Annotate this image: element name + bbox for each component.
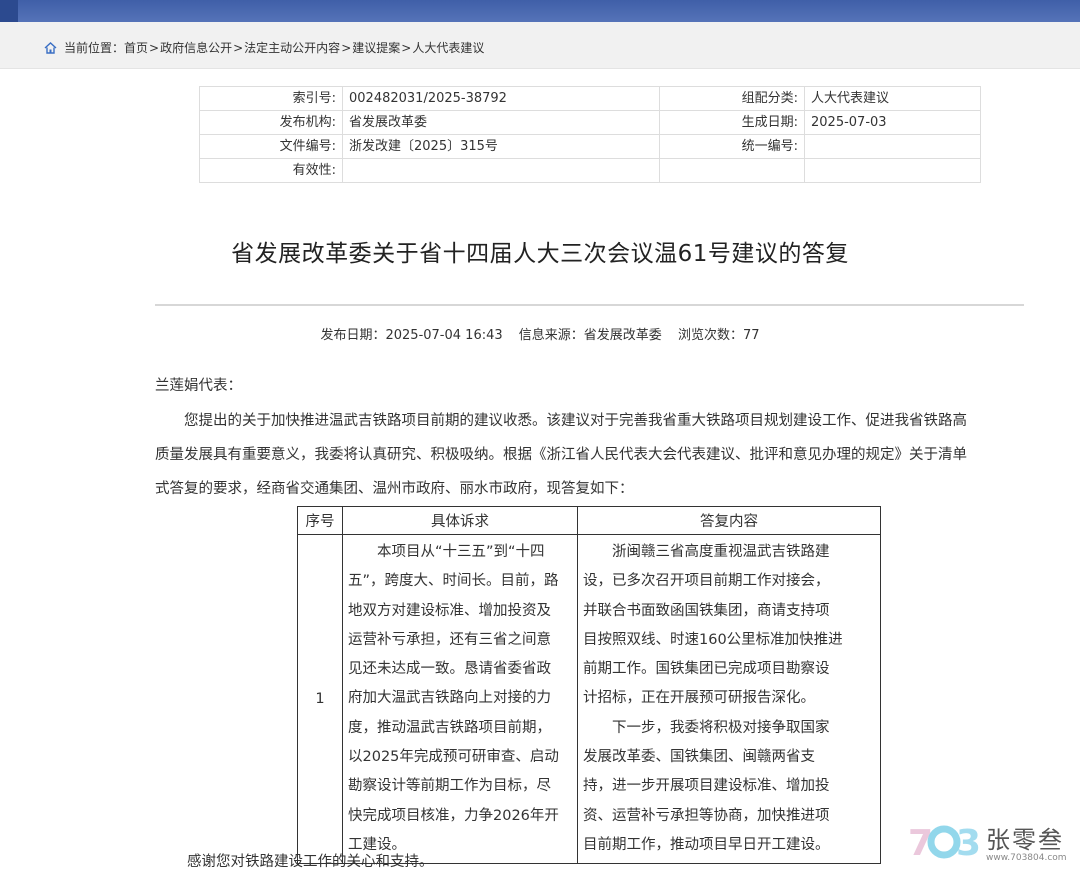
breadcrumb-prefix: 当前位置： <box>64 41 125 55</box>
meta-row: 有效性: <box>199 158 981 183</box>
intro-line: 式答复的要求，经商省交通集团、温州市政府、丽水市政府，现答复如下： <box>155 481 634 497</box>
meta-label-publisher: 发布机构: <box>199 110 343 135</box>
meta-label-unified-number: 统一编号: <box>659 134 805 159</box>
svg-text:3: 3 <box>956 823 980 863</box>
cell-line: 以2025年完成预可研审查、启动 <box>348 749 559 766</box>
reply-text: 浙闽赣三省高度重视温武吉铁路建设，已多次召开项目前期工作对接会， 并联合书面致函国… <box>583 538 875 860</box>
watermark-text: 张零叁 www.703804.com <box>986 820 1067 863</box>
breadcrumb: 当前位置： 首页 > 政府信息公开 > 法定主动公开内容 > 建议提案 > 人大代表建议 <box>44 39 484 56</box>
cell-line: 见还未达成一致。恳请省委省政 <box>348 661 551 678</box>
meta-label-index: 索引号: <box>199 86 343 111</box>
watermark-brand: 张零叁 <box>986 825 1064 854</box>
cell-line: 下一步，我委将积极对接争取国家 <box>612 719 830 736</box>
meta-row: 发布机构: 省发展改革委 生成日期: 2025-07-03 <box>199 110 981 135</box>
watermark-logo-icon: 7 3 <box>908 823 980 863</box>
breadcrumb-item-statutory[interactable]: 法定主动公开内容 <box>244 39 340 56</box>
row-number: 1 <box>297 533 343 865</box>
request-text: 本项目从“十三五”到“十四五”，跨度大、时间长。目前，路 地双方对建设标准、增加投… <box>348 538 572 860</box>
header-request: 具体诉求 <box>342 506 578 535</box>
breadcrumb-separator: > <box>149 40 160 55</box>
intro-paragraph: 您提出的关于加快推进温武吉铁路项目前期的建议收悉。该建议对于完善我省重大铁路项目… <box>155 404 1025 506</box>
info-source-label: 信息来源： <box>518 328 584 343</box>
closing-text: 感谢您对铁路建设工作的关心和支持。 <box>187 854 434 870</box>
header-number: 序号 <box>297 506 343 535</box>
cell-line: 地双方对建设标准、增加投资及 <box>348 602 551 619</box>
meta-label-created: 生成日期: <box>659 110 805 135</box>
breadcrumb-separator: > <box>233 40 244 55</box>
request-cell: 本项目从“十三五”到“十四五”，跨度大、时间长。目前，路 地双方对建设标准、增加投… <box>342 533 578 865</box>
cell-line: 运营补亏承担，还有三省之间意 <box>348 631 551 648</box>
cell-line: 本项目从“十三五”到“十四 <box>377 544 545 560</box>
meta-value-publisher: 省发展改革委 <box>342 110 660 135</box>
meta-value-index: 002482031/2025-38792 <box>342 86 660 111</box>
publish-date: 发布日期：2025-07-04 16:43 <box>320 328 502 343</box>
salutation: 兰莲娟代表： <box>155 378 242 394</box>
cell-line: 前期工作。国铁集团已完成项目勘察设 <box>583 661 830 678</box>
publish-info: 发布日期：2025-07-04 16:43 信息来源：省发展改革委 浏览次数：7… <box>0 324 1080 343</box>
breadcrumb-item-gov-info[interactable]: 政府信息公开 <box>160 39 232 56</box>
cell-line: 度，推动温武吉铁路项目前期， <box>348 719 551 736</box>
breadcrumb-separator: > <box>401 40 412 55</box>
meta-label-empty <box>659 158 805 183</box>
view-count: 浏览次数：77 <box>678 328 760 343</box>
view-count-label: 浏览次数： <box>677 328 743 343</box>
meta-row: 索引号: 002482031/2025-38792 组配分类: 人大代表建议 <box>199 86 981 111</box>
breadcrumb-bar: 当前位置： 首页 > 政府信息公开 > 法定主动公开内容 > 建议提案 > 人大代表建议 <box>0 22 1080 69</box>
cell-line: 设，已多次召开项目前期工作对接会， <box>583 573 830 590</box>
info-source: 信息来源：省发展改革委 <box>519 328 662 343</box>
meta-value-unified-number <box>804 134 981 159</box>
publish-date-label: 发布日期： <box>320 328 386 343</box>
publish-date-value: 2025-07-04 16:43 <box>385 328 503 343</box>
cell-line: 资、运营补亏承担等协商，加快推进项 <box>583 807 830 824</box>
info-source-value: 省发展改革委 <box>583 328 662 343</box>
cell-line: 五”，跨度大、时间长。目前，路 <box>348 573 559 590</box>
intro-line: 您提出的关于加快推进温武吉铁路项目前期的建议收悉。该建议对于完善我省重大铁路项目… <box>184 413 967 429</box>
reply-table: 序号 具体诉求 答复内容 1 本项目从“十三五”到“十四五”，跨度大、时间长。目… <box>297 506 881 865</box>
document-meta-table: 索引号: 002482031/2025-38792 组配分类: 人大代表建议 发… <box>199 86 981 183</box>
watermark: 7 3 张零叁 www.703804.com <box>906 818 1074 864</box>
home-icon <box>44 41 57 54</box>
banner-tab <box>0 0 18 22</box>
cell-line: 目前期工作，推动项目早日开工建设。 <box>583 836 830 853</box>
meta-value-created: 2025-07-03 <box>804 110 981 135</box>
cell-line: 并联合书面致函国铁集团，商请支持项 <box>583 602 830 619</box>
cell-line: 快完成项目核准，力争2026年开 <box>348 807 559 824</box>
meta-value-doc-number: 浙发改建〔2025〕315号 <box>342 134 660 159</box>
breadcrumb-item-proposals[interactable]: 建议提案 <box>352 39 400 56</box>
cell-line: 计招标，正在开展预可研报告深化。 <box>583 690 815 707</box>
title-divider <box>155 304 1024 306</box>
meta-value-empty <box>804 158 981 183</box>
table-row: 1 本项目从“十三五”到“十四五”，跨度大、时间长。目前，路 地双方对建设标准、增… <box>297 533 881 865</box>
view-count-value: 77 <box>742 328 760 343</box>
cell-line: 目按照双线、时速160公里标准加快推进 <box>583 631 843 648</box>
meta-value-category: 人大代表建议 <box>804 86 981 111</box>
intro-line: 质量发展具有重要意义，我委将认真研究、积极吸纳。根据《浙江省人民代表大会代表建议… <box>155 447 967 463</box>
breadcrumb-item-npc[interactable]: 人大代表建议 <box>412 39 484 56</box>
header-reply: 答复内容 <box>577 506 881 535</box>
cell-line: 府加大温武吉铁路向上对接的力 <box>348 690 551 707</box>
meta-label-category: 组配分类: <box>659 86 805 111</box>
top-banner <box>0 0 1080 22</box>
cell-line: 发展改革委、国铁集团、闽赣两省支 <box>583 749 815 766</box>
breadcrumb-separator: > <box>341 40 352 55</box>
watermark-url: www.703804.com <box>986 852 1067 863</box>
meta-row: 文件编号: 浙发改建〔2025〕315号 统一编号: <box>199 134 981 159</box>
meta-label-validity: 有效性: <box>199 158 343 183</box>
reply-table-header: 序号 具体诉求 答复内容 <box>297 506 881 535</box>
page-title: 省发展改革委关于省十四届人大三次会议温61号建议的答复 <box>231 241 849 267</box>
cell-line: 浙闽赣三省高度重视温武吉铁路建 <box>612 544 830 560</box>
breadcrumb-item-home[interactable]: 首页 <box>124 39 148 56</box>
meta-value-validity <box>342 158 660 183</box>
cell-line: 持，进一步开展项目建设标准、增加投 <box>583 778 830 795</box>
meta-label-doc-number: 文件编号: <box>199 134 343 159</box>
cell-line: 勘察设计等前期工作为目标，尽 <box>348 778 551 795</box>
reply-cell: 浙闽赣三省高度重视温武吉铁路建设，已多次召开项目前期工作对接会， 并联合书面致函国… <box>577 533 881 865</box>
